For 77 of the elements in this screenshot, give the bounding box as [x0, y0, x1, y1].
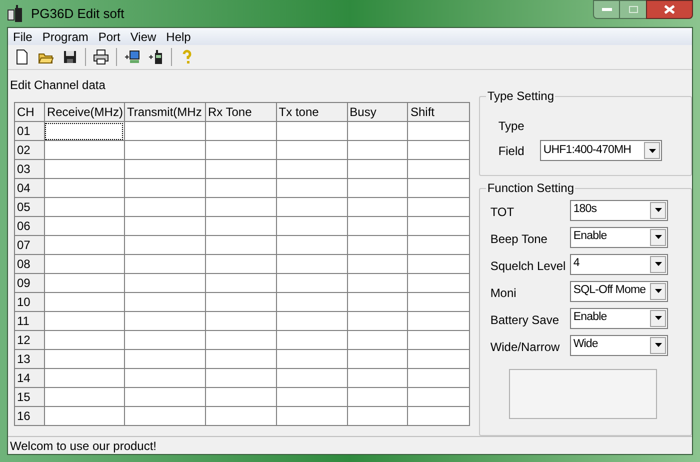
row-header: 01 [14, 122, 44, 140]
row-header: 14 [14, 368, 44, 388]
table-cell[interactable] [44, 350, 124, 368]
setting-label: TOT [490, 204, 516, 221]
setting-label: Squelch Level [490, 258, 567, 275]
table-cell[interactable] [44, 388, 124, 406]
window-title: PG36D Edit soft [31, 4, 124, 23]
printer-icon[interactable] [91, 47, 111, 67]
table-cell[interactable] [44, 198, 124, 216]
setting-label: Battery Save [490, 312, 560, 329]
radio-icon [7, 4, 23, 22]
close-button[interactable] [646, 0, 693, 19]
status-text: Welcom to use our product! [10, 438, 157, 454]
row-header: 05 [14, 198, 44, 216]
table-cell[interactable] [44, 406, 124, 426]
field-label: Field [498, 142, 524, 160]
menu-item[interactable]: View [125, 28, 162, 46]
group-title: Type Setting [486, 89, 556, 103]
close-icon [664, 5, 675, 14]
table-cell[interactable] [44, 254, 124, 274]
table-cell[interactable] [44, 160, 124, 178]
table-cell[interactable] [44, 178, 124, 198]
row-header: 03 [14, 160, 44, 178]
row-header: 15 [14, 388, 44, 406]
dropdown-arrow-icon [654, 262, 662, 266]
table-cell[interactable] [44, 312, 124, 330]
row-header: 11 [14, 312, 44, 330]
column-header[interactable]: Transmit(MHz [124, 102, 206, 122]
section-label: Edit Channel data [10, 77, 106, 94]
dropdown-arrow-icon [654, 208, 662, 212]
table-cell[interactable] [44, 236, 124, 254]
column-header[interactable]: CH [14, 102, 44, 122]
dropdown[interactable]: Enable [570, 226, 668, 248]
menu-item[interactable]: File [8, 28, 38, 46]
dropdown-arrow-icon [648, 148, 656, 152]
menu-item[interactable]: Help [161, 28, 196, 46]
setting-label: Moni [490, 285, 518, 302]
maximize-button[interactable] [620, 0, 646, 19]
dropdown[interactable]: UHF1:400-470MH [540, 140, 662, 161]
row-header: 16 [14, 406, 44, 426]
row-header: 09 [14, 274, 44, 292]
table-cell[interactable] [44, 368, 124, 388]
table-cell[interactable] [44, 216, 124, 236]
setting-label: Wide/Narrow [490, 339, 561, 356]
dropdown[interactable]: Wide [570, 334, 668, 356]
dropdown[interactable]: Enable [570, 308, 668, 328]
row-header: 10 [14, 292, 44, 312]
row-header: 12 [14, 330, 44, 350]
dropdown-arrow-icon [654, 289, 662, 293]
dropdown[interactable]: 4 [570, 254, 668, 274]
column-header[interactable]: Shift [408, 102, 470, 122]
table-cell[interactable] [44, 122, 124, 140]
column-header[interactable]: Rx Tone [205, 102, 276, 122]
dropdown-arrow-icon [654, 316, 662, 320]
row-header: 02 [14, 140, 44, 160]
dropdown[interactable]: SQL-Off Mome [570, 280, 668, 302]
table-cell[interactable] [44, 330, 124, 350]
row-header: 04 [14, 178, 44, 198]
row-header: 08 [14, 254, 44, 274]
dropdown[interactable]: 180s [570, 200, 668, 220]
column-header[interactable]: Receive(MHz) [44, 102, 124, 122]
menu-item[interactable]: Program [37, 28, 94, 46]
row-header: 13 [14, 350, 44, 368]
column-header[interactable]: Tx tone [276, 102, 348, 122]
row-header: 06 [14, 216, 44, 236]
dropdown-arrow-icon [654, 235, 662, 239]
setting-label: Beep Tone [490, 231, 548, 248]
table-cell[interactable] [44, 140, 124, 160]
column-header[interactable]: Busy [347, 102, 408, 122]
minimize-button[interactable] [593, 0, 620, 19]
menu-item[interactable]: Port [93, 28, 126, 46]
group-title: Function Setting [486, 181, 576, 195]
table-cell[interactable] [44, 274, 124, 292]
dropdown-arrow-icon [654, 343, 662, 347]
row-header: 07 [14, 236, 44, 254]
type-label: Type [498, 118, 524, 135]
table-cell[interactable] [44, 292, 124, 312]
